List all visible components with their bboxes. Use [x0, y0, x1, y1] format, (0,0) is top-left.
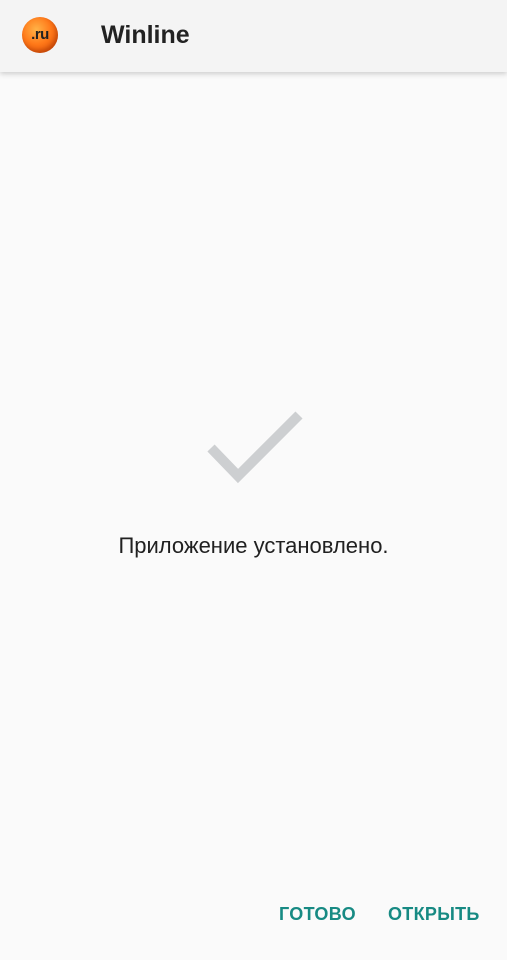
- app-bar: .ru Winline: [0, 0, 507, 72]
- content-area: Приложение установлено. ГОТОВО ОТКРЫТЬ: [0, 72, 507, 960]
- app-logo-icon: .ru: [22, 17, 58, 53]
- install-status-message: Приложение установлено.: [118, 533, 389, 558]
- app-logo-text: .ru: [31, 26, 49, 43]
- open-button[interactable]: ОТКРЫТЬ: [388, 898, 480, 930]
- checkmark-icon: [207, 411, 303, 484]
- app-title: Winline: [101, 21, 190, 49]
- done-button[interactable]: ГОТОВО: [279, 898, 356, 930]
- install-complete-screen: .ru Winline Приложение установлено. ГОТО…: [0, 0, 507, 960]
